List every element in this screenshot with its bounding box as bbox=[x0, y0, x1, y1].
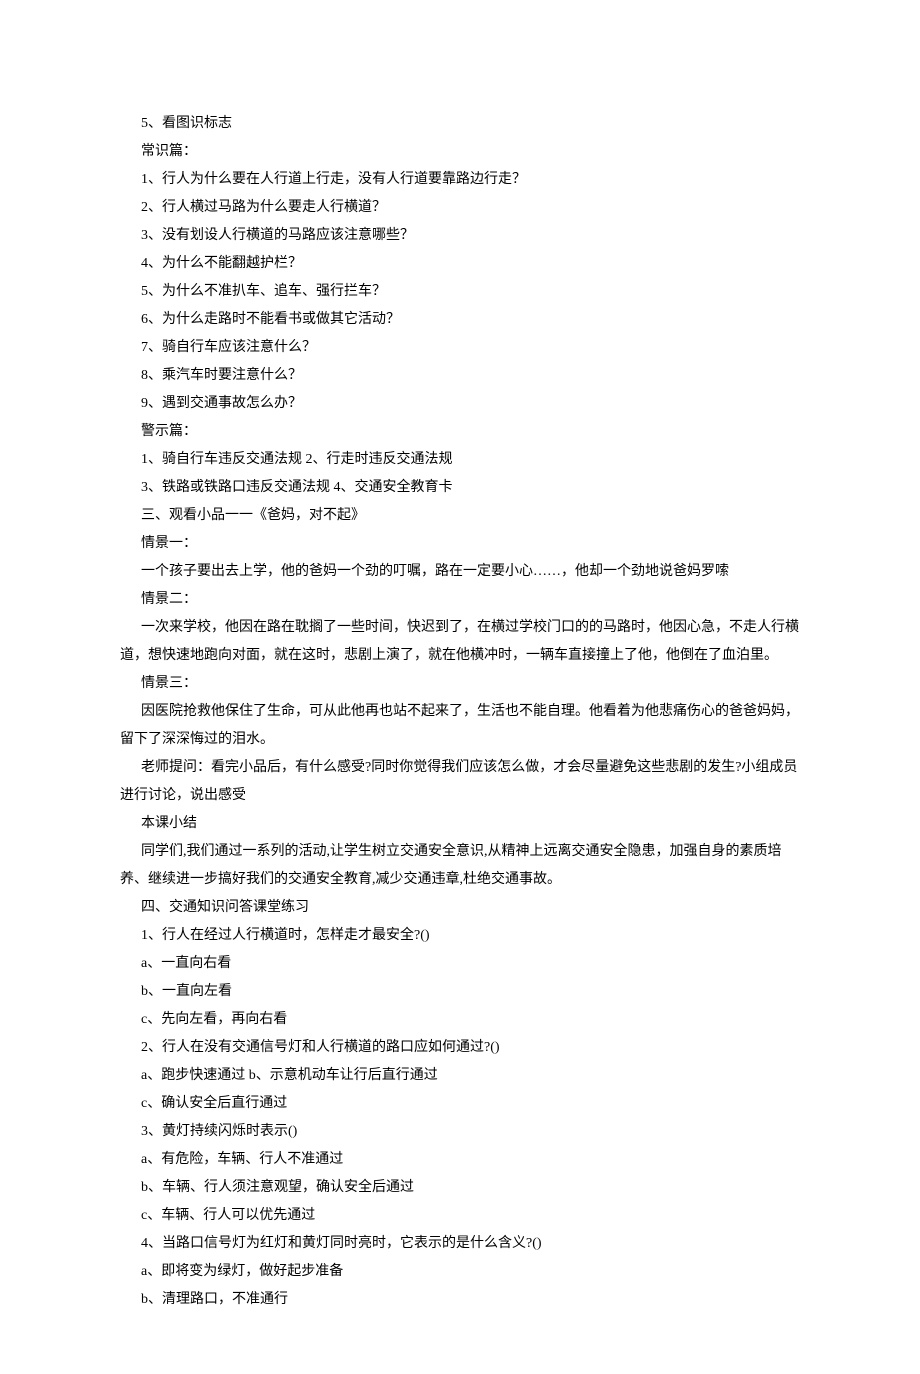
document-body: 5、看图识标志常识篇：1、行人为什么要在人行道上行走，没有人行道要靠路边行走？2… bbox=[120, 110, 800, 1314]
text-line: b、清理路口，不准通行 bbox=[120, 1286, 800, 1314]
text-line: 情景一： bbox=[120, 530, 800, 558]
text-line: 1、行人在经过人行横道时，怎样走才最安全?() bbox=[120, 922, 800, 950]
text-line: 5、为什么不准扒车、追车、强行拦车？ bbox=[120, 278, 800, 306]
text-line: 本课小结 bbox=[120, 810, 800, 838]
text-line: 一个孩子要出去上学，他的爸妈一个劲的叮嘱，路在一定要小心……，他却一个劲地说爸妈… bbox=[120, 558, 800, 586]
text-line: 1、骑自行车违反交通法规 2、行走时违反交通法规 bbox=[120, 446, 800, 474]
text-line: a、跑步快速通过 b、示意机动车让行后直行通过 bbox=[120, 1062, 800, 1090]
text-line: c、车辆、行人可以优先通过 bbox=[120, 1202, 800, 1230]
text-line: 3、铁路或铁路口违反交通法规 4、交通安全教育卡 bbox=[120, 474, 800, 502]
text-line: a、有危险，车辆、行人不准通过 bbox=[120, 1146, 800, 1174]
text-line: 警示篇： bbox=[120, 418, 800, 446]
text-line: b、车辆、行人须注意观望，确认安全后通过 bbox=[120, 1174, 800, 1202]
text-line: 4、为什么不能翻越护栏？ bbox=[120, 250, 800, 278]
text-line: 因医院抢救他保住了生命，可从此他再也站不起来了，生活也不能自理。他看着为他悲痛伤… bbox=[120, 698, 800, 754]
text-line: c、确认安全后直行通过 bbox=[120, 1090, 800, 1118]
text-line: 三、观看小品一一《爸妈，对不起》 bbox=[120, 502, 800, 530]
text-line: a、即将变为绿灯，做好起步准备 bbox=[120, 1258, 800, 1286]
text-line: 同学们,我们通过一系列的活动,让学生树立交通安全意识,从精神上远离交通安全隐患，… bbox=[120, 838, 800, 894]
text-line: 1、行人为什么要在人行道上行走，没有人行道要靠路边行走？ bbox=[120, 166, 800, 194]
text-line: 老师提问：看完小品后，有什么感受?同时你觉得我们应该怎么做，才会尽量避免这些悲剧… bbox=[120, 754, 800, 810]
text-line: 5、看图识标志 bbox=[120, 110, 800, 138]
text-line: 2、行人横过马路为什么要走人行横道？ bbox=[120, 194, 800, 222]
text-line: 情景二： bbox=[120, 586, 800, 614]
text-line: 2、行人在没有交通信号灯和人行横道的路口应如何通过?() bbox=[120, 1034, 800, 1062]
text-line: c、先向左看，再向右看 bbox=[120, 1006, 800, 1034]
text-line: 3、黄灯持续闪烁时表示() bbox=[120, 1118, 800, 1146]
text-line: b、一直向左看 bbox=[120, 978, 800, 1006]
text-line: 7、骑自行车应该注意什么？ bbox=[120, 334, 800, 362]
text-line: 情景三： bbox=[120, 670, 800, 698]
text-line: a、一直向右看 bbox=[120, 950, 800, 978]
text-line: 8、乘汽车时要注意什么？ bbox=[120, 362, 800, 390]
text-line: 3、没有划设人行横道的马路应该注意哪些？ bbox=[120, 222, 800, 250]
text-line: 4、当路口信号灯为红灯和黄灯同时亮时，它表示的是什么含义?() bbox=[120, 1230, 800, 1258]
text-line: 6、为什么走路时不能看书或做其它活动？ bbox=[120, 306, 800, 334]
text-line: 常识篇： bbox=[120, 138, 800, 166]
text-line: 四、交通知识问答课堂练习 bbox=[120, 894, 800, 922]
text-line: 一次来学校，他因在路在耽搁了一些时间，快迟到了，在横过学校门口的的马路时，他因心… bbox=[120, 614, 800, 670]
text-line: 9、遇到交通事故怎么办？ bbox=[120, 390, 800, 418]
